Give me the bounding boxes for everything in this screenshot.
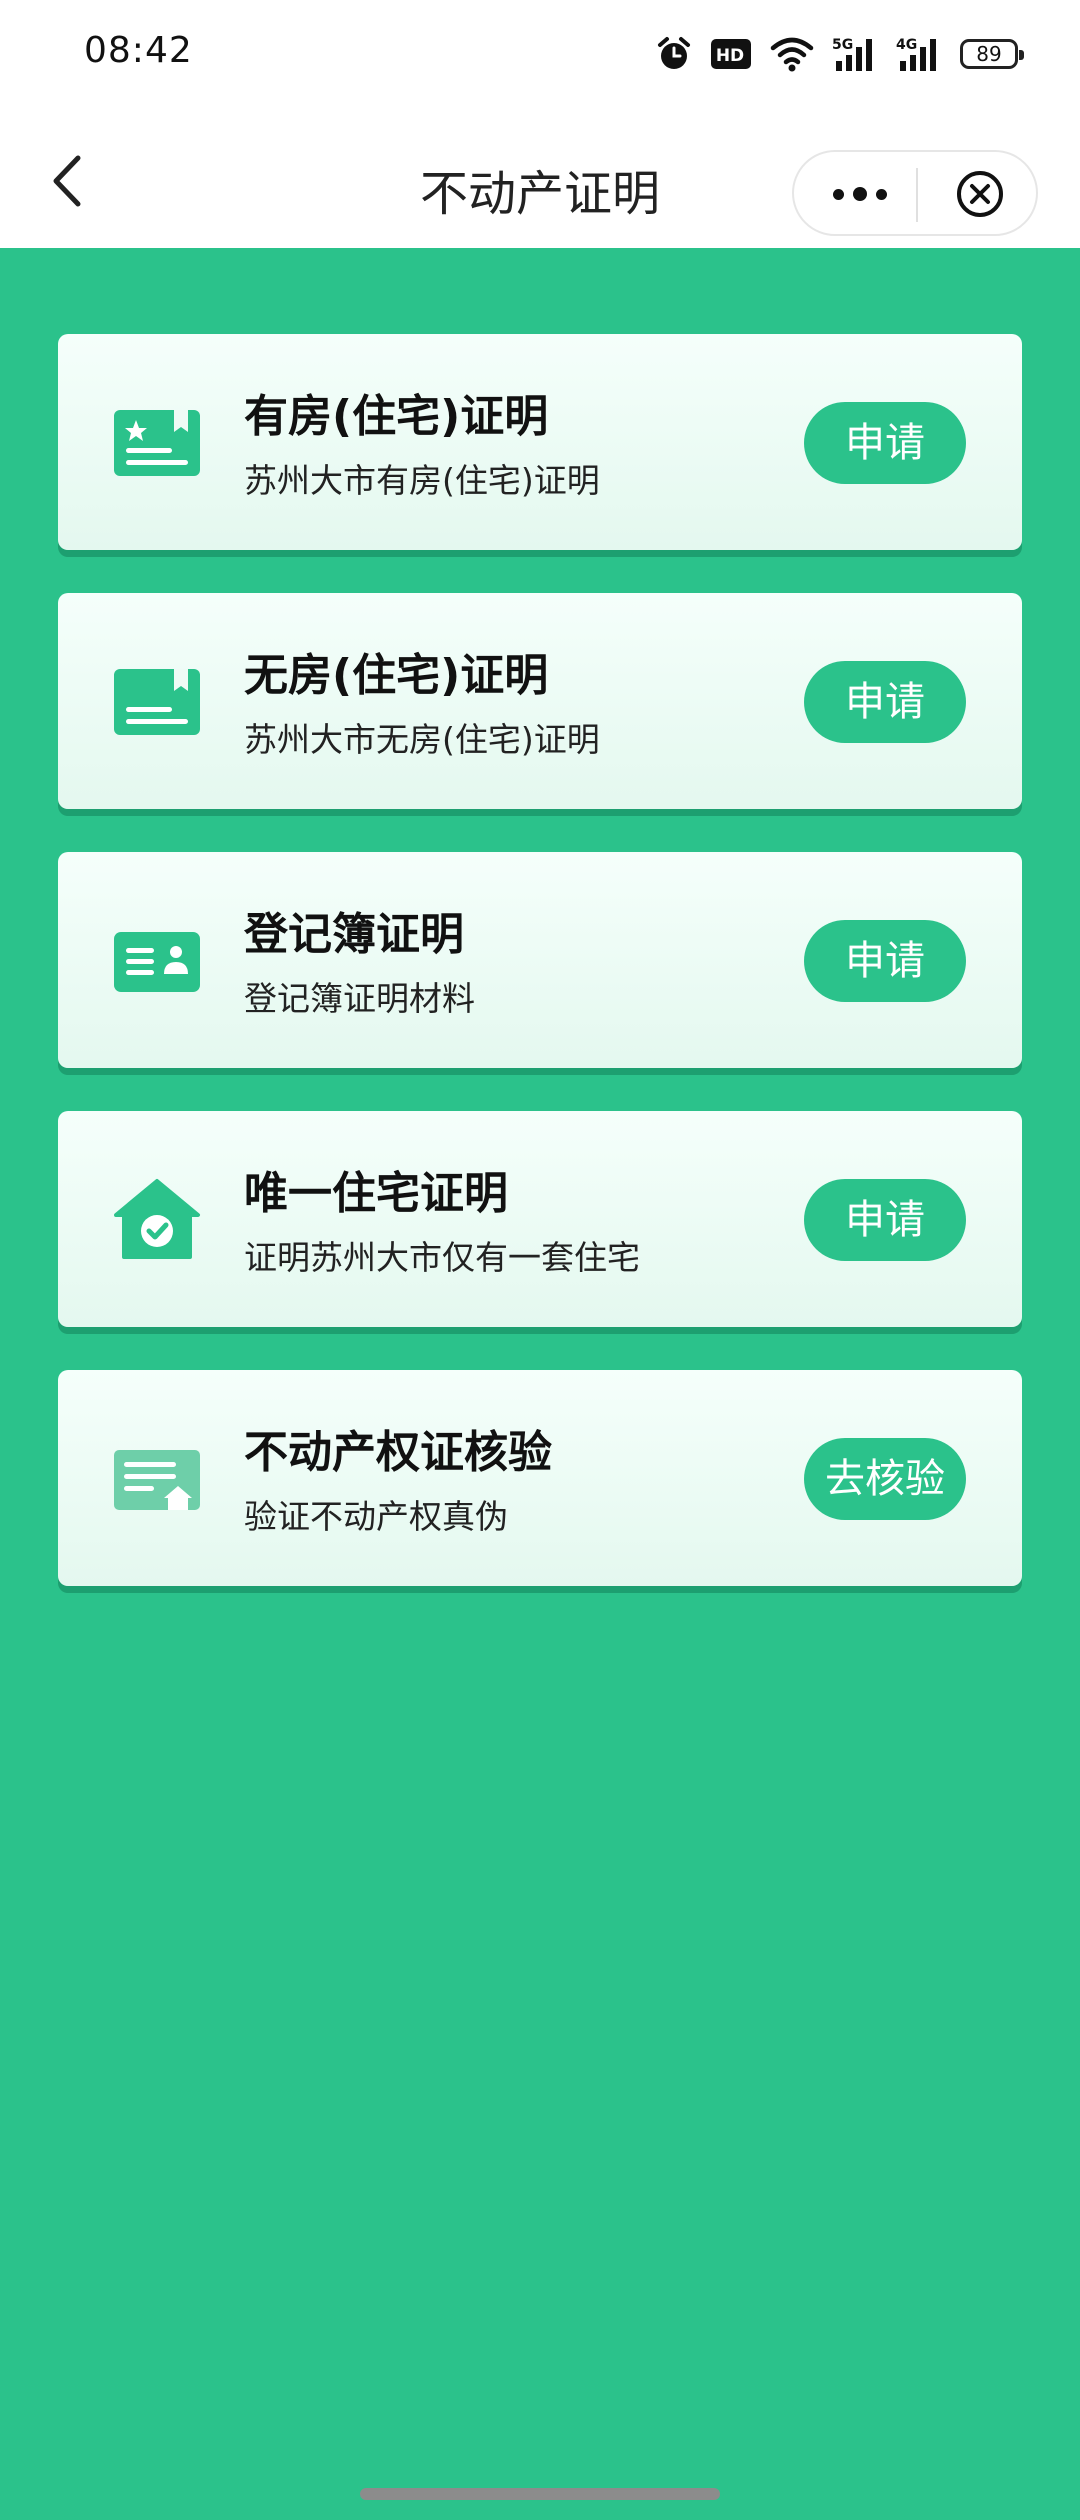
house-check-icon [114, 1179, 200, 1259]
document-house-icon [114, 1450, 200, 1510]
4g-label: 4G [896, 37, 917, 53]
apply-button[interactable]: 申请 [804, 402, 966, 484]
card-subtitle: 登记簿证明材料 [244, 979, 475, 1018]
hd-icon: HD [711, 39, 751, 69]
card-subtitle: 苏州大市有房(住宅)证明 [244, 461, 600, 500]
more-dots-icon[interactable] [822, 172, 898, 216]
apply-button[interactable]: 申请 [804, 920, 966, 1002]
close-circle-icon[interactable] [954, 168, 1006, 220]
status-icons: HD 5G 4G 89 [656, 32, 1024, 76]
wifi-icon [770, 37, 814, 72]
apply-button[interactable]: 申请 [804, 661, 966, 743]
card-subtitle: 验证不动产权真伪 [244, 1497, 508, 1536]
card-sole-residence: 唯一住宅证明 证明苏州大市仅有一套住宅 申请 [58, 1111, 1022, 1327]
card-house-ownership: 有房(住宅)证明 苏州大市有房(住宅)证明 申请 [58, 334, 1022, 550]
card-title: 有房(住宅)证明 [244, 391, 549, 442]
miniprogram-capsule [792, 150, 1038, 236]
card-no-house: 无房(住宅)证明 苏州大市无房(住宅)证明 申请 [58, 593, 1022, 809]
status-time: 08:42 [84, 30, 193, 71]
id-card-icon [114, 932, 200, 992]
card-title: 不动产权证核验 [244, 1427, 552, 1478]
card-register-book: 登记簿证明 登记簿证明材料 申请 [58, 852, 1022, 1068]
card-title: 唯一住宅证明 [244, 1168, 508, 1219]
hd-label: HD [716, 46, 744, 66]
certificate-bookmark-icon [114, 669, 200, 735]
4g-signal-icon: 4G [896, 37, 936, 71]
card-title: 登记簿证明 [244, 909, 464, 960]
verify-button[interactable]: 去核验 [804, 1438, 966, 1520]
5g-label: 5G [832, 37, 853, 53]
5g-signal-icon: 5G [832, 37, 872, 71]
card-property-verify: 不动产权证核验 验证不动产权真伪 去核验 [58, 1370, 1022, 1586]
card-subtitle: 苏州大市无房(住宅)证明 [244, 720, 600, 759]
apply-button[interactable]: 申请 [804, 1179, 966, 1261]
battery-icon: 89 [960, 39, 1024, 69]
battery-level: 89 [976, 42, 1002, 66]
certificate-star-icon [114, 410, 200, 476]
home-indicator[interactable] [360, 2488, 720, 2500]
card-title: 无房(住宅)证明 [244, 650, 549, 701]
alarm-icon [658, 37, 690, 69]
card-subtitle: 证明苏州大市仅有一套住宅 [244, 1238, 640, 1277]
status-bar: 08:42 HD 5G 4G 89 [0, 0, 1080, 110]
capsule-divider [916, 168, 918, 222]
nav-bar: 不动产证明 [0, 110, 1080, 248]
